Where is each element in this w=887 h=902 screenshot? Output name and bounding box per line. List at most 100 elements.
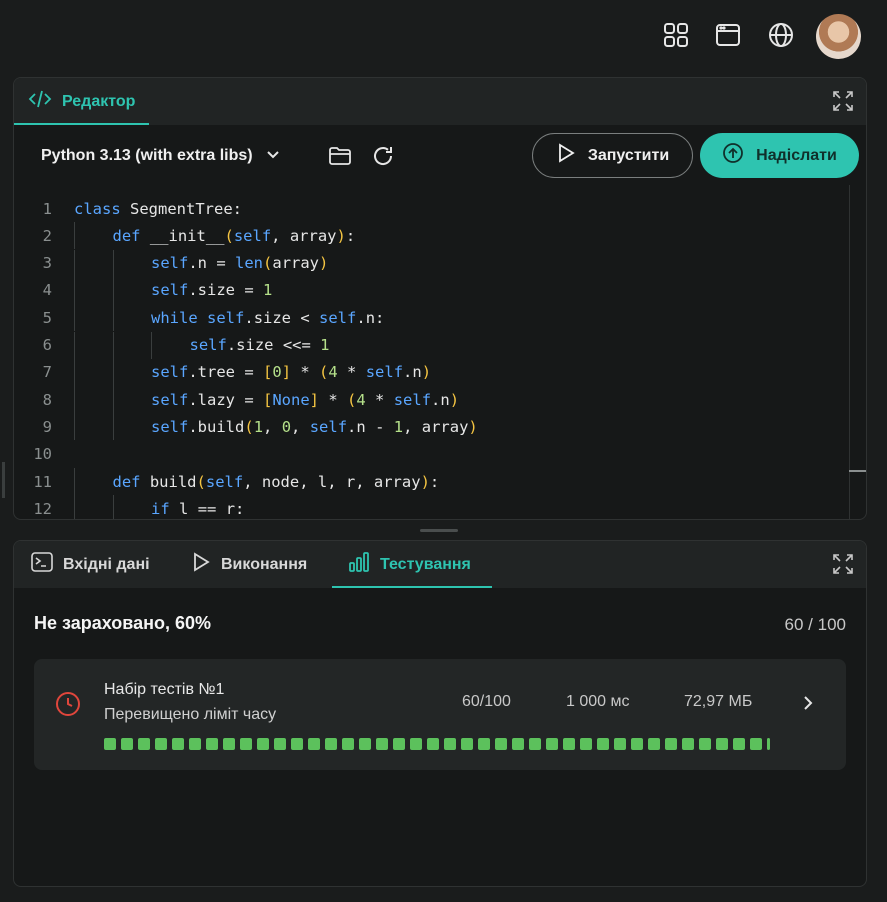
code-line[interactable]: 9 self.build(1, 0, self.n - 1, array) (14, 413, 849, 441)
line-number: 11 (33, 472, 52, 491)
test-result-dot (529, 738, 541, 750)
code-line[interactable]: 11 def build(self, node, l, r, array): (14, 468, 849, 495)
code-text: if l == r: (151, 499, 245, 518)
code-line[interactable]: 8 self.lazy = [None] * (4 * self.n) (14, 386, 849, 414)
test-result-dot (427, 738, 439, 750)
code-icon (28, 89, 52, 114)
test-result-dot (121, 738, 133, 750)
test-result-dot (597, 738, 609, 750)
code-text: self.size <<= 1 (189, 336, 330, 354)
code-line[interactable]: 6 self.size <<= 1 (14, 331, 849, 359)
test-result-dot (580, 738, 592, 750)
expand-icon[interactable] (832, 90, 854, 112)
test-set-status: Перевищено ліміт часу (104, 706, 277, 723)
apps-grid-icon[interactable] (661, 20, 691, 50)
test-set-time: 1 000 мс (566, 693, 630, 710)
test-result-dot (682, 738, 694, 750)
test-result-dot (172, 738, 184, 750)
code-text: class SegmentTree: (74, 199, 243, 218)
play-icon (191, 552, 211, 577)
line-number: 2 (42, 226, 52, 245)
tab-execution[interactable]: Виконання (191, 541, 307, 588)
line-number: 12 (33, 499, 52, 518)
test-result-dot (512, 738, 524, 750)
tab-input[interactable]: Вхідні дані (31, 541, 150, 588)
code-line[interactable]: 5 while self.size < self.n: (14, 304, 849, 332)
side-resize-handle[interactable] (2, 462, 5, 498)
bar-chart-icon (348, 552, 370, 577)
code-line[interactable]: 12 if l == r: (14, 495, 849, 519)
indent-guide (74, 222, 75, 250)
folder-icon[interactable] (328, 144, 352, 168)
test-result-dot (614, 738, 626, 750)
code-text: def build(self, node, l, r, array): (112, 472, 440, 491)
avatar[interactable] (816, 14, 861, 59)
tab-editor[interactable]: Редактор (14, 78, 150, 125)
chevron-right-icon[interactable] (798, 693, 818, 713)
test-set-title: Набір тестів №1 (104, 681, 225, 698)
indent-guide (74, 358, 75, 386)
test-result-dot (546, 738, 558, 750)
test-result-dot (240, 738, 252, 750)
indent-guide (112, 249, 114, 277)
upload-icon (722, 142, 744, 169)
indent-guide (112, 304, 114, 332)
test-result-dot (393, 738, 405, 750)
line-number: 3 (42, 254, 52, 273)
indent-guide (112, 358, 114, 386)
chevron-down-icon (265, 146, 281, 167)
refresh-icon[interactable] (371, 144, 395, 168)
test-result-dot (206, 738, 218, 750)
test-result-dot (716, 738, 728, 750)
code-line[interactable]: 10 (14, 441, 849, 468)
test-result-dot (291, 738, 303, 750)
test-result-dot (138, 738, 150, 750)
code-line[interactable]: 1 class SegmentTree: (14, 195, 849, 222)
test-set-card[interactable]: Набір тестів №1 Перевищено ліміт часу 60… (34, 659, 846, 770)
code-line[interactable]: 3 self.n = len(array) (14, 249, 849, 277)
line-number: 10 (33, 445, 52, 464)
tab-testing[interactable]: Тестування (332, 541, 492, 588)
test-result-dot (257, 738, 269, 750)
test-result-dot (478, 738, 490, 750)
test-result-dot (359, 738, 371, 750)
indent-guide (74, 276, 75, 304)
indent-guide (74, 495, 75, 519)
bottom-tabs: Вхідні дані Виконання Тестування (14, 541, 866, 588)
scrollbar-thumb[interactable] (849, 470, 866, 472)
browser-window-icon[interactable] (713, 20, 743, 50)
indent-guide (112, 386, 114, 414)
panel-resize-handle[interactable] (420, 529, 458, 532)
test-set-memory: 72,97 МБ (684, 693, 753, 710)
indent-guide (74, 468, 75, 495)
test-result-dot (274, 738, 286, 750)
test-result-dot (665, 738, 677, 750)
submit-label: Надіслати (756, 146, 837, 164)
expand-icon[interactable] (832, 553, 854, 575)
test-result-dot (223, 738, 235, 750)
indent-guide (151, 331, 152, 359)
language-label: Python 3.13 (with extra libs) (41, 147, 253, 164)
test-result-dot (104, 738, 116, 750)
line-number: 5 (42, 308, 52, 327)
test-result-dot (631, 738, 643, 750)
language-select[interactable]: Python 3.13 (with extra libs) (41, 138, 281, 174)
play-icon (556, 143, 576, 168)
line-number: 1 (42, 199, 52, 218)
code-text: self.lazy = [None] * (4 * self.n) (151, 390, 460, 409)
tab-editor-label: Редактор (62, 92, 136, 110)
code-line[interactable]: 4 self.size = 1 (14, 276, 849, 304)
indent-guide (112, 276, 114, 304)
test-result-dot (767, 738, 770, 750)
code-line[interactable]: 7 self.tree = [0] * (4 * self.n) (14, 358, 849, 386)
globe-icon[interactable] (766, 20, 796, 50)
editor-panel: Редактор Python 3.13 (with extra libs) З… (13, 77, 867, 520)
indent-guide (112, 331, 114, 359)
run-button[interactable]: Запустити (532, 133, 693, 178)
tab-input-label: Вхідні дані (63, 555, 150, 573)
code-text: self.size = 1 (151, 281, 273, 300)
submit-button[interactable]: Надіслати (700, 133, 859, 178)
test-result-dot (444, 738, 456, 750)
code-line[interactable]: 2 def __init__(self, array): (14, 222, 849, 250)
code-editor[interactable]: 1 class SegmentTree: 2 def __init__(self, a… (14, 195, 849, 519)
